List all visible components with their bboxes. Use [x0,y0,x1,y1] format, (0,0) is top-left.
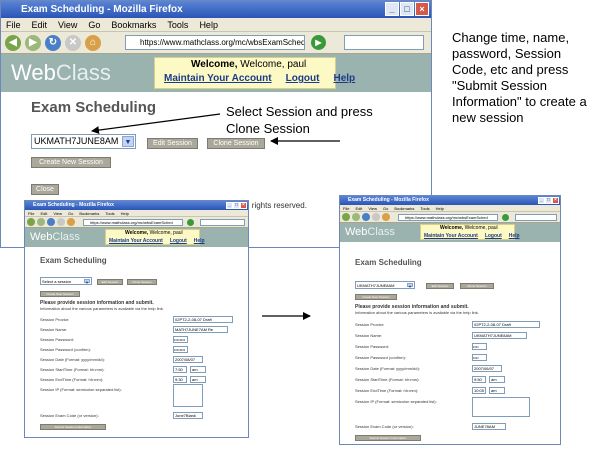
arrow-to-select [91,113,221,135]
annotation-arrows [91,113,340,320]
